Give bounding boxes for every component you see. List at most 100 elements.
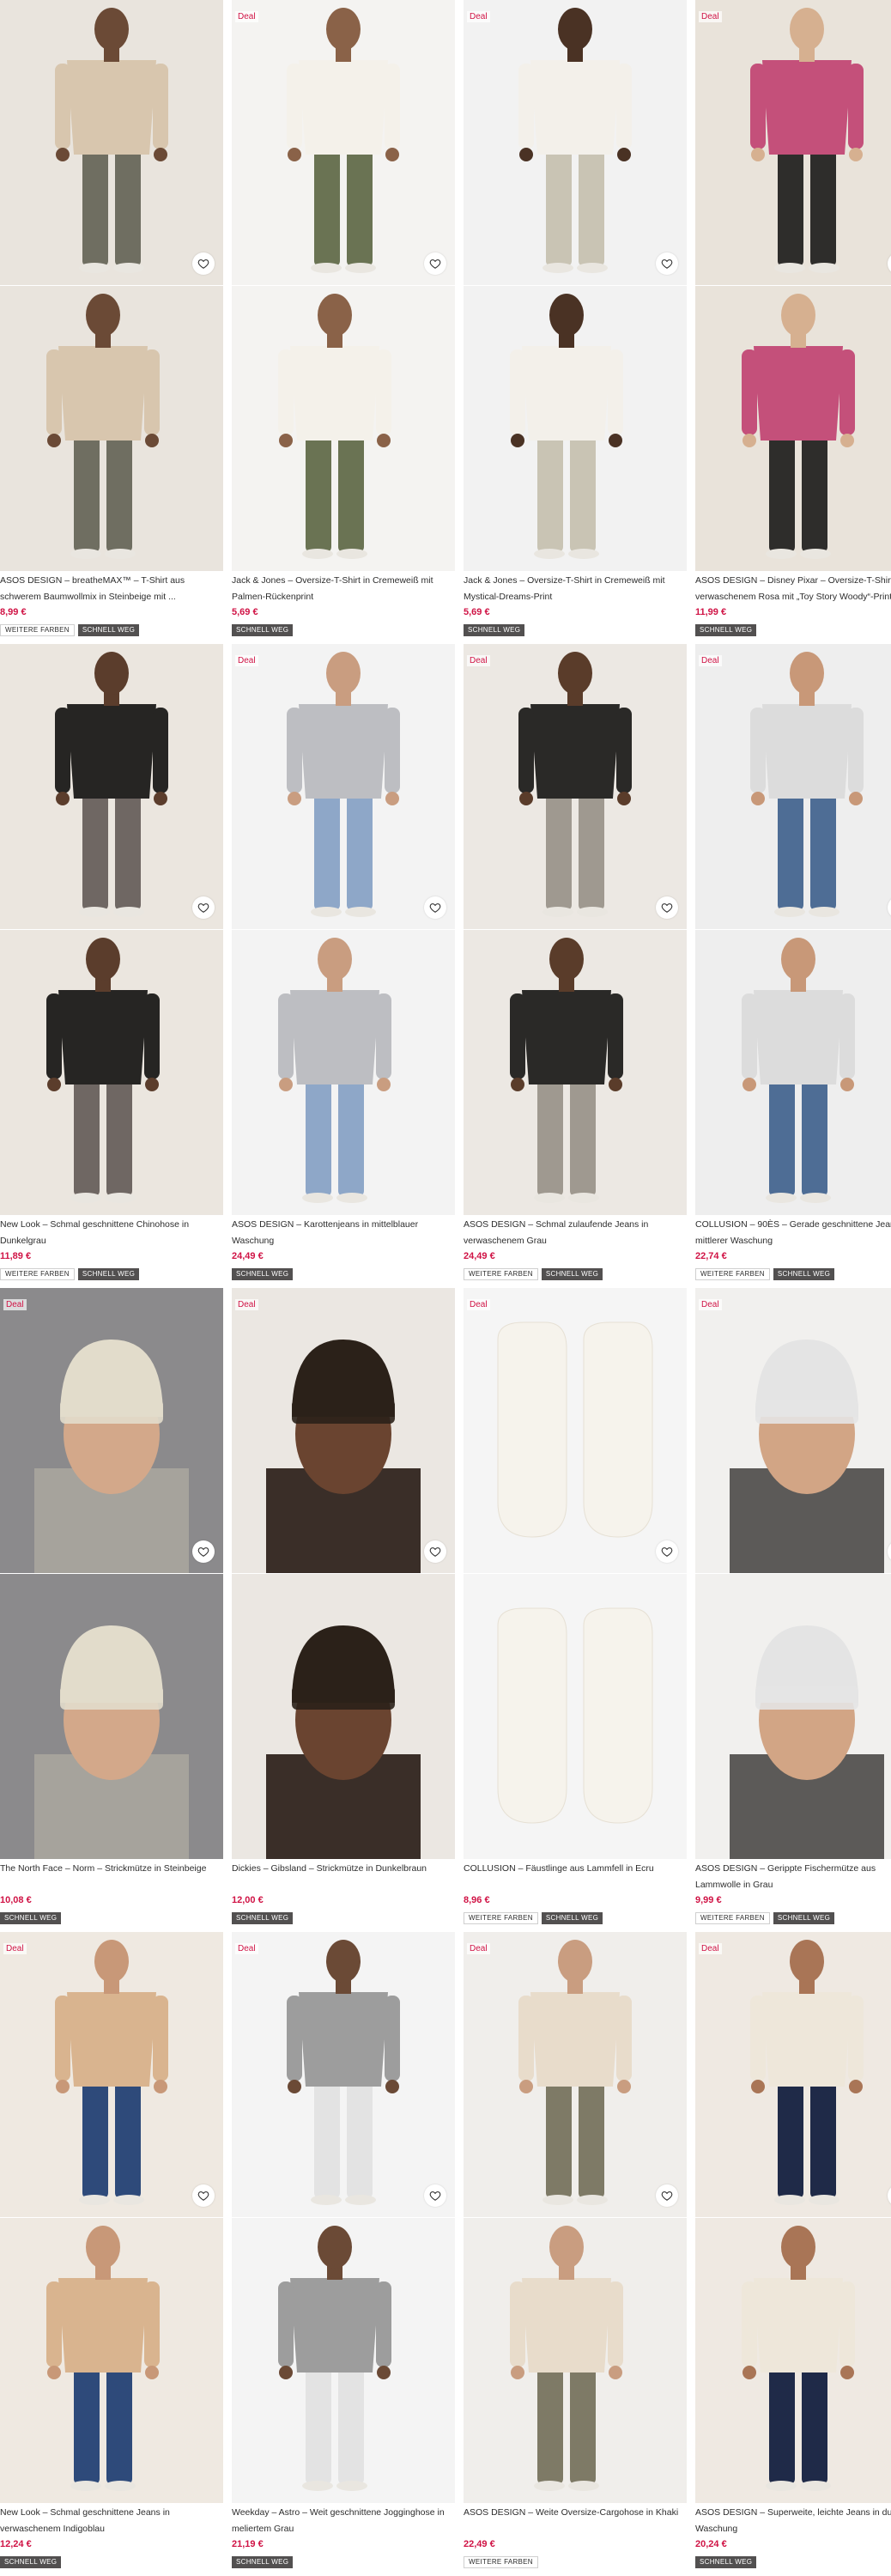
save-for-later-button[interactable] <box>192 2184 215 2207</box>
product-title[interactable]: COLLUSION – 90ÈS – Gerade geschnittene J… <box>695 1217 891 1249</box>
deal-badge: Deal <box>235 11 258 22</box>
product-image[interactable]: Deal <box>464 1288 687 1573</box>
product-price: 21,19 € <box>232 2539 264 2549</box>
save-for-later-button[interactable] <box>656 1540 678 1563</box>
product-image[interactable]: Deal <box>0 1288 223 1573</box>
product-image-alt[interactable] <box>232 1574 455 1859</box>
product-image-alt[interactable] <box>0 2218 223 2503</box>
product-card[interactable]: Deal ASOS DESIGN – Weite Oversize-Cargoho… <box>464 1932 687 2572</box>
save-for-later-button[interactable] <box>656 896 678 919</box>
product-photo <box>0 1288 223 1573</box>
product-image-alt[interactable] <box>464 286 687 571</box>
save-for-later-button[interactable] <box>424 1540 446 1563</box>
product-title[interactable]: COLLUSION – Fäustlinge aus Lammfell in E… <box>464 1861 687 1893</box>
product-title[interactable]: New Look – Schmal geschnittene Jeans in … <box>0 2505 223 2537</box>
product-image-alt[interactable] <box>464 1574 687 1859</box>
product-card[interactable]: Deal Jack & Jones – Oversize-T-Shirt in C… <box>232 0 455 640</box>
save-for-later-button[interactable] <box>656 252 678 275</box>
product-card[interactable]: Deal Weekday – Astro – Weit geschnittene … <box>232 1932 455 2572</box>
product-title[interactable]: ASOS DESIGN – Weite Oversize-Cargohose i… <box>464 2505 687 2537</box>
product-image-alt[interactable] <box>464 2218 687 2503</box>
product-card[interactable]: Deal ASOS DESIGN – Superweite, leichte Je… <box>695 1932 891 2572</box>
save-for-later-button[interactable] <box>192 896 215 919</box>
product-image-alt[interactable] <box>0 286 223 571</box>
product-badges: WEITERE FARBEN SCHNELL WEG <box>0 1268 140 1280</box>
product-title[interactable]: ASOS DESIGN – breatheMAX™ – T-Shirt aus … <box>0 573 223 605</box>
deal-badge: Deal <box>467 655 490 666</box>
product-card[interactable]: ASOS DESIGN – breatheMAX™ – T-Shirt aus … <box>0 0 223 640</box>
selling-fast-badge: SCHNELL WEG <box>232 1912 294 1924</box>
product-image-alt[interactable] <box>695 2218 891 2503</box>
save-for-later-button[interactable] <box>656 2184 678 2207</box>
product-image[interactable]: Deal <box>232 644 455 929</box>
deal-badge: Deal <box>699 1299 722 1310</box>
product-title[interactable]: ASOS DESIGN – Disney Pixar – Oversize-T-… <box>695 573 891 605</box>
product-photo <box>695 286 891 571</box>
product-badges: SCHNELL WEG <box>695 624 757 636</box>
product-card[interactable]: Deal ASOS DESIGN – Gerippte Fischermütze … <box>695 1288 891 1928</box>
product-image-alt[interactable] <box>695 1574 891 1859</box>
product-image[interactable]: Deal <box>695 1288 891 1573</box>
product-card[interactable]: New Look – Schmal geschnittene Chinohose… <box>0 644 223 1284</box>
product-title[interactable]: Weekday – Astro – Weit geschnittene Jogg… <box>232 2505 455 2537</box>
product-title[interactable]: ASOS DESIGN – Gerippte Fischermütze aus … <box>695 1861 891 1893</box>
selling-fast-badge: SCHNELL WEG <box>695 624 757 636</box>
more-colours-badge: WEITERE FARBEN <box>695 1268 770 1280</box>
product-card[interactable]: Deal ASOS DESIGN – Karottenjeans in mitte… <box>232 644 455 1284</box>
product-image[interactable]: Deal <box>695 0 891 285</box>
product-title[interactable]: The North Face – Norm – Strickmütze in S… <box>0 1861 223 1893</box>
product-image[interactable]: Deal <box>695 644 891 929</box>
product-title[interactable]: ASOS DESIGN – Superweite, leichte Jeans … <box>695 2505 891 2537</box>
product-image[interactable] <box>0 0 223 285</box>
product-image-alt[interactable] <box>0 1574 223 1859</box>
product-image[interactable]: Deal <box>232 1288 455 1573</box>
product-image[interactable]: Deal <box>232 0 455 285</box>
product-image-alt[interactable] <box>232 930 455 1215</box>
product-photo <box>0 1932 223 2217</box>
product-card[interactable]: Deal COLLUSION – 90ÈS – Gerade geschnitte… <box>695 644 891 1284</box>
product-image-alt[interactable] <box>232 286 455 571</box>
product-image[interactable]: Deal <box>0 1932 223 2217</box>
product-image[interactable]: Deal <box>464 1932 687 2217</box>
save-for-later-button[interactable] <box>424 2184 446 2207</box>
product-card[interactable]: Deal Dickies – Gibsland – Strickmütze in … <box>232 1288 455 1928</box>
product-card[interactable]: Deal The North Face – Norm – Strickmütze … <box>0 1288 223 1928</box>
product-card[interactable]: Deal Jack & Jones – Oversize-T-Shirt in C… <box>464 0 687 640</box>
product-image-alt[interactable] <box>0 930 223 1215</box>
save-for-later-button[interactable] <box>192 252 215 275</box>
product-image[interactable]: Deal <box>464 644 687 929</box>
product-price: 22,49 € <box>464 2539 495 2549</box>
product-image-alt[interactable] <box>464 930 687 1215</box>
product-image-alt[interactable] <box>695 930 891 1215</box>
product-title[interactable]: New Look – Schmal geschnittene Chinohose… <box>0 1217 223 1249</box>
product-photo <box>232 0 455 285</box>
selling-fast-badge: SCHNELL WEG <box>77 1268 140 1280</box>
product-badges: WEITERE FARBEN SCHNELL WEG <box>695 1912 835 1924</box>
product-image-alt[interactable] <box>232 2218 455 2503</box>
product-card[interactable]: Deal ASOS DESIGN – Schmal zulaufende Jean… <box>464 644 687 1284</box>
product-image[interactable]: Deal <box>695 1932 891 2217</box>
product-image[interactable] <box>0 644 223 929</box>
save-for-later-button[interactable] <box>424 896 446 919</box>
deal-badge: Deal <box>467 11 490 22</box>
deal-badge: Deal <box>3 1943 27 1954</box>
selling-fast-badge: SCHNELL WEG <box>0 2556 62 2568</box>
product-price: 9,99 € <box>695 1895 722 1905</box>
product-badges: SCHNELL WEG <box>232 1912 294 1924</box>
product-photo <box>0 0 223 285</box>
product-title[interactable]: ASOS DESIGN – Karottenjeans in mittelbla… <box>232 1217 455 1249</box>
product-image-alt[interactable] <box>695 286 891 571</box>
product-image[interactable]: Deal <box>232 1932 455 2217</box>
product-title[interactable]: Jack & Jones – Oversize-T-Shirt in Creme… <box>464 573 687 605</box>
product-card[interactable]: Deal COLLUSION – Fäustlinge aus Lammfell … <box>464 1288 687 1928</box>
product-title[interactable]: ASOS DESIGN – Schmal zulaufende Jeans in… <box>464 1217 687 1249</box>
save-for-later-button[interactable] <box>424 252 446 275</box>
product-card[interactable]: Deal New Look – Schmal geschnittene Jeans… <box>0 1932 223 2572</box>
product-price: 12,00 € <box>232 1895 264 1905</box>
product-card[interactable]: Deal ASOS DESIGN – Disney Pixar – Oversiz… <box>695 0 891 640</box>
product-title[interactable]: Jack & Jones – Oversize-T-Shirt in Creme… <box>232 573 455 605</box>
product-image[interactable]: Deal <box>464 0 687 285</box>
product-photo <box>232 286 455 571</box>
product-title[interactable]: Dickies – Gibsland – Strickmütze in Dunk… <box>232 1861 455 1893</box>
save-for-later-button[interactable] <box>192 1540 215 1563</box>
